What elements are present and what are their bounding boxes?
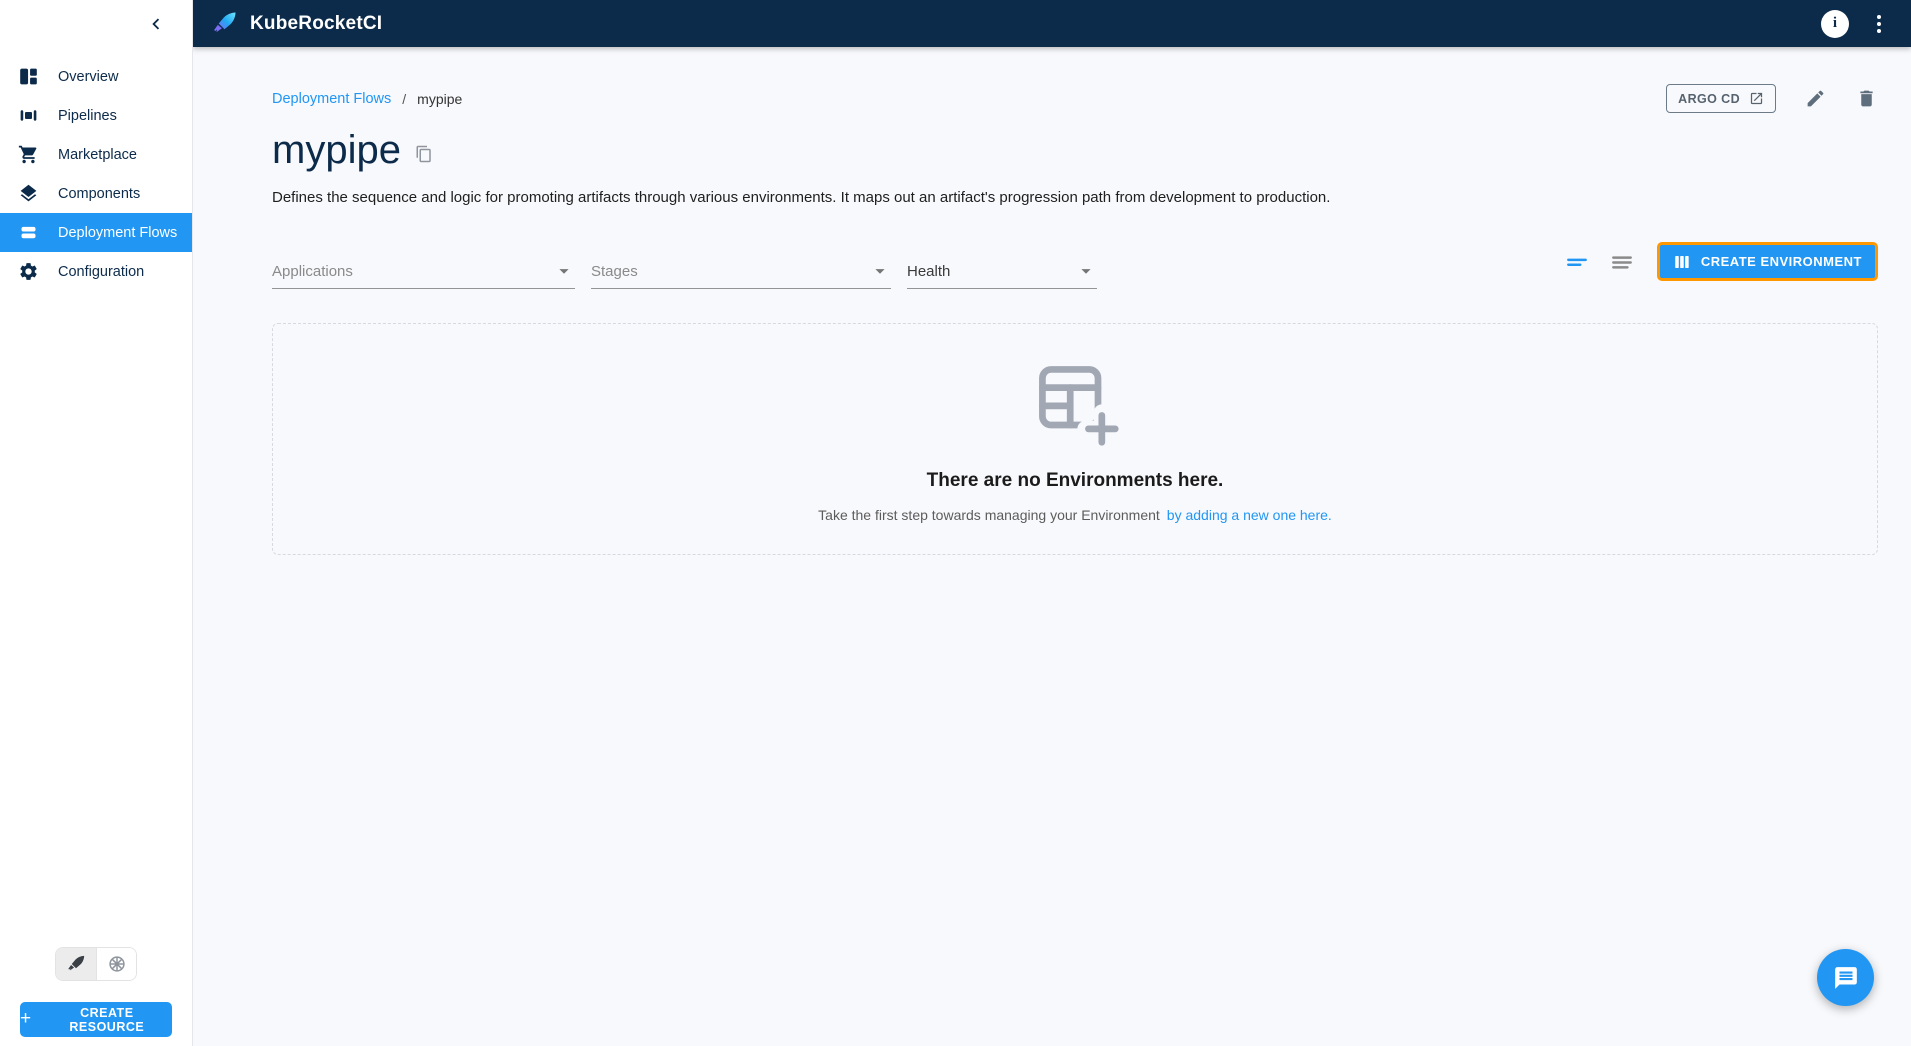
app-window: KubeRocketCI i Overview Pipelines Market… [0,0,1911,1046]
page-description: Defines the sequence and logic for promo… [272,189,1331,206]
table-plus-icon [1039,365,1121,448]
sidebar: Overview Pipelines Marketplace Component… [0,0,193,1046]
sidebar-item-label: Deployment Flows [58,224,178,241]
dropdown-arrow-icon [559,269,569,274]
edit-pencil-icon[interactable] [1803,87,1827,111]
empty-state-title: There are no Environments here. [926,469,1224,491]
breadcrumb-current: mypipe [417,90,463,107]
external-link-icon [1750,92,1763,105]
header-actions: ARGO CD [1666,84,1878,113]
breadcrumb-separator: / [402,90,407,107]
sidebar-item-overview[interactable]: Overview [0,57,192,96]
applications-filter-label: Applications [272,262,353,280]
delete-trash-icon[interactable] [1854,87,1878,111]
copy-icon[interactable] [415,145,433,163]
add-environment-link[interactable]: by adding a new one here. [1167,507,1332,523]
kubernetes-context-button[interactable] [96,948,136,980]
create-resource-button[interactable]: + CREATE RESOURCE [20,1002,172,1037]
rocket-icon [68,955,85,971]
plus-icon: + [20,1008,32,1029]
sidebar-item-label: Components [58,185,141,202]
pipelines-icon [20,110,37,121]
app-title: KubeRocketCI [250,12,383,34]
filters-row: Applications Stages Health CREATE ENVIRO… [272,242,1878,289]
kebab-menu-icon[interactable] [1873,11,1885,37]
view-compact-icon[interactable] [1559,244,1595,280]
sidebar-item-pipelines[interactable]: Pipelines [0,96,192,135]
stages-filter-label: Stages [591,262,638,280]
sidebar-item-label: Overview [58,68,119,85]
chevron-left-icon[interactable] [142,10,170,38]
sidebar-header [0,0,192,47]
configuration-gear-icon [20,263,37,280]
argocd-label: ARGO CD [1678,91,1740,106]
create-resource-label: CREATE RESOURCE [69,1005,145,1034]
health-filter[interactable]: Health [907,260,1097,289]
dropdown-arrow-icon [875,269,885,274]
rocket-logo-icon [214,12,236,33]
stages-filter[interactable]: Stages [591,260,891,289]
kubernetes-icon [108,956,125,972]
applications-filter[interactable]: Applications [272,260,575,289]
sidebar-item-label: Pipelines [58,107,117,124]
health-filter-label: Health [907,262,951,280]
view-list-icon[interactable] [1604,244,1640,280]
sidebar-item-configuration[interactable]: Configuration [0,252,192,291]
breadcrumb: Deployment Flows / mypipe ARGO CD [272,84,1878,113]
create-environment-button[interactable]: CREATE ENVIRONMENT [1656,242,1878,281]
sidebar-item-label: Configuration [58,263,145,280]
create-environment-label: CREATE ENVIRONMENT [1700,254,1862,269]
top-app-bar: KubeRocketCI i [193,0,1911,47]
chat-bubble-icon [1834,966,1857,989]
info-icon[interactable]: i [1821,9,1849,38]
rocket-context-button[interactable] [56,948,96,980]
cluster-context-toggle [55,947,137,981]
dropdown-arrow-icon [1081,269,1091,274]
page-title: mypipe [272,128,401,172]
environments-empty-state: There are no Environments here. Take the… [272,323,1878,555]
sidebar-bottom: + CREATE RESOURCE [0,947,192,1046]
sidebar-item-components[interactable]: Components [0,174,192,213]
marketplace-cart-icon [18,145,37,164]
chat-fab-button[interactable] [1817,949,1874,1006]
empty-state-subtitle: Take the first step towards managing you… [818,507,1332,523]
components-layers-icon [20,184,37,202]
overview-icon [20,68,37,85]
sidebar-nav: Overview Pipelines Marketplace Component… [0,57,192,291]
sidebar-item-deployment-flows[interactable]: Deployment Flows [0,213,192,252]
argocd-button[interactable]: ARGO CD [1666,84,1776,113]
breadcrumb-parent-link[interactable]: Deployment Flows [272,91,391,107]
columns-icon [1675,255,1689,268]
main-content: Deployment Flows / mypipe ARGO CD mypipe… [193,47,1911,1046]
environments-toolbar: CREATE ENVIRONMENT [1559,242,1878,281]
title-row: mypipe [272,128,1878,173]
deployment-flows-icon [21,226,36,239]
empty-state-subtitle-text: Take the first step towards managing you… [818,506,1160,523]
sidebar-item-marketplace[interactable]: Marketplace [0,135,192,174]
sidebar-item-label: Marketplace [58,146,137,163]
